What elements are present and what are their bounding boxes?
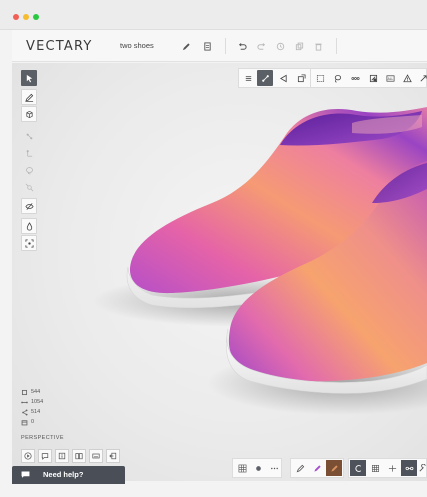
invert-select-icon[interactable] (365, 70, 381, 86)
face-count-row: 514 (21, 407, 43, 417)
object-count-row: 0 (21, 417, 43, 427)
edge-count-row: 1054 (21, 397, 43, 407)
snap-edge-icon[interactable] (266, 460, 282, 476)
move-icon[interactable] (257, 70, 273, 86)
loop-select-icon[interactable] (347, 70, 363, 86)
table-grid-icon[interactable] (367, 460, 383, 476)
pencil-icon[interactable] (179, 39, 193, 53)
book-icon[interactable] (72, 449, 86, 463)
wrench-icon[interactable] (418, 460, 427, 476)
undo-icon[interactable] (235, 39, 249, 53)
lasso-select-icon[interactable] (329, 70, 345, 86)
vertex-icon[interactable] (21, 145, 37, 161)
focus-icon[interactable] (21, 235, 37, 251)
document-icon[interactable] (200, 39, 214, 53)
pen-tool-icon[interactable] (292, 460, 308, 476)
need-help-label: Need help? (43, 470, 84, 479)
vertex-count: 544 (31, 389, 41, 395)
expand-icon[interactable] (415, 70, 427, 86)
svg-text:ALL: ALL (387, 76, 393, 80)
symmetry-icon[interactable] (401, 460, 417, 476)
copy-icon[interactable] (292, 39, 306, 53)
info-icon[interactable] (55, 449, 69, 463)
select-arrow-icon[interactable] (21, 70, 37, 86)
play-icon[interactable] (21, 449, 35, 463)
object-count: 0 (31, 419, 35, 425)
grid-icon[interactable] (234, 460, 250, 476)
app-window: VECTARY two shoes ALL 544 1054 514 0 PER… (0, 0, 427, 497)
face-count: 514 (31, 409, 41, 415)
comment-icon[interactable] (38, 449, 52, 463)
vertex-count-row: 544 (21, 387, 43, 397)
need-help-button[interactable]: Need help? (12, 466, 125, 484)
shoes-3d-model[interactable] (12, 63, 427, 481)
texture-icon[interactable] (326, 460, 342, 476)
object-count-icon (21, 419, 28, 426)
select-all-icon[interactable]: ALL (382, 70, 398, 86)
minimize-window-button[interactable] (23, 14, 29, 20)
keyboard-icon[interactable] (89, 449, 103, 463)
title-bar (0, 0, 427, 30)
reset-icon[interactable] (350, 460, 366, 476)
document-name[interactable]: two shoes (120, 41, 154, 50)
maximize-window-button[interactable] (33, 14, 39, 20)
app-header: VECTARY two shoes (12, 30, 427, 62)
edge-count-icon (21, 399, 28, 406)
toolbar-divider (336, 38, 337, 54)
camera-mode-label[interactable]: PERSPECTIVE (21, 435, 64, 441)
mesh-stats: 544 1054 514 0 (21, 387, 43, 427)
mirror-axis-icon[interactable] (384, 460, 400, 476)
warning-icon[interactable] (399, 70, 415, 86)
box-select-icon[interactable] (312, 70, 328, 86)
close-window-button[interactable] (13, 14, 19, 20)
vertex-count-icon (21, 389, 28, 396)
draw-pen-icon[interactable] (21, 89, 37, 105)
lasso-icon[interactable] (21, 162, 37, 178)
scale-icon[interactable] (21, 179, 37, 195)
scale-icon[interactable] (293, 70, 309, 86)
material-drop-icon[interactable] (21, 218, 37, 234)
redo-icon[interactable] (254, 39, 268, 53)
edge-count: 1054 (31, 399, 44, 405)
app-logo[interactable]: VECTARY (26, 39, 93, 54)
chat-icon (21, 471, 30, 478)
visibility-icon[interactable] (21, 198, 37, 214)
cube-icon[interactable] (21, 106, 37, 122)
rotate-icon[interactable] (275, 70, 291, 86)
toolbar-divider (225, 38, 226, 54)
edge-icon[interactable] (21, 128, 37, 144)
menu-icon[interactable] (240, 70, 256, 86)
3d-viewport[interactable]: ALL 544 1054 514 0 PERSPECTIVE (12, 63, 427, 481)
history-icon[interactable] (273, 39, 287, 53)
trash-icon[interactable] (311, 39, 325, 53)
material-paint-icon[interactable] (309, 460, 325, 476)
snap-point-icon[interactable] (250, 460, 266, 476)
face-count-icon (21, 408, 28, 416)
exit-icon[interactable] (106, 449, 120, 463)
